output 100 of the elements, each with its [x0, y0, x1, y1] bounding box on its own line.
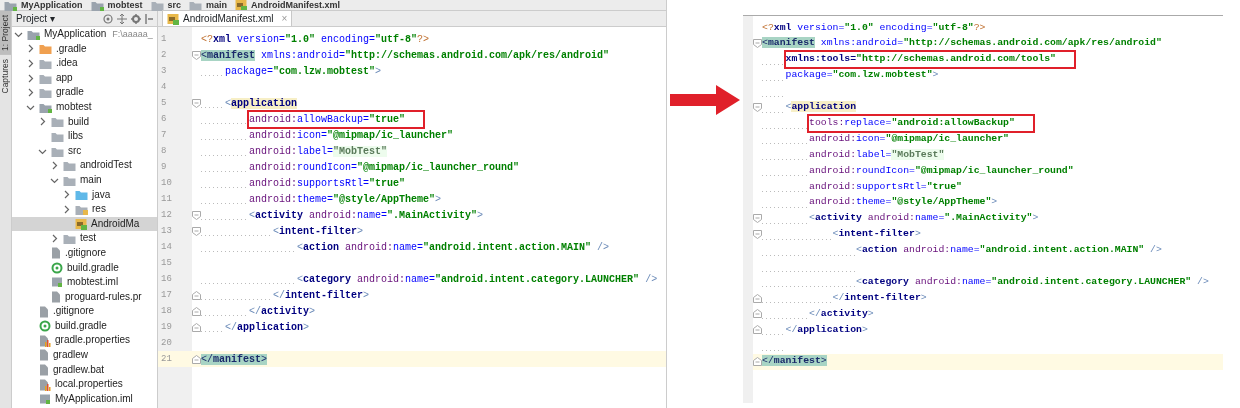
fold-icon[interactable]	[192, 290, 201, 300]
tree-row[interactable]: src	[12, 143, 157, 159]
tree-row[interactable]: libs	[12, 129, 157, 144]
folder-icon	[75, 189, 88, 201]
tree-row[interactable]: main	[12, 172, 157, 188]
fold-icon[interactable]	[192, 306, 201, 316]
breadcrumb-item[interactable]: MyApplication	[21, 0, 83, 10]
editor-tab[interactable]: AndroidManifest.xml ×	[162, 10, 293, 26]
collapsed-chevron-icon[interactable]	[26, 59, 35, 68]
fold-icon[interactable]	[753, 293, 762, 303]
line-number: 21	[158, 351, 192, 367]
fold-icon[interactable]	[753, 214, 762, 224]
tree-row[interactable]: .gitignore	[12, 304, 157, 319]
fold-icon[interactable]	[192, 322, 201, 332]
tree-row[interactable]: MyApplication.iml	[12, 391, 157, 407]
fold-icon[interactable]	[192, 226, 201, 236]
tree-item-label: mobtest.iml	[67, 275, 119, 290]
tool-window-tab[interactable]: Captures	[0, 54, 11, 98]
tree-row[interactable]: .gradle	[12, 41, 157, 57]
tree-item-label: proguard-rules.pr	[65, 289, 142, 304]
collapsed-chevron-icon[interactable]	[62, 190, 71, 200]
collapsed-chevron-icon[interactable]	[26, 73, 35, 83]
code-line: <intent-filter>	[832, 227, 921, 242]
tree-row[interactable]: mobtest.iml	[12, 275, 157, 290]
code-line: <activity android:name=".MainActivity">	[249, 208, 484, 223]
fold-icon[interactable]	[192, 210, 201, 220]
code-line: <category android:name="android.intent.category.LAUNCHER" />	[856, 274, 1209, 289]
settings-icon	[131, 13, 141, 24]
tree-row[interactable]: proguard-rules.pr	[12, 289, 157, 305]
tree-row[interactable]: MyApplication F:\aaaaa_	[12, 27, 157, 42]
fold-icon[interactable]	[192, 50, 201, 60]
tree-item-label: build	[68, 114, 90, 129]
tree-row[interactable]: res	[12, 202, 157, 217]
module-file-icon	[51, 276, 63, 289]
line-number: 11	[160, 193, 173, 206]
folder-icon	[63, 174, 76, 186]
line-number: 18	[160, 305, 173, 318]
breadcrumb-item[interactable]: mobtest	[107, 0, 143, 10]
breadcrumb-item[interactable]: AndroidManifest.xml	[251, 0, 341, 10]
tree-row[interactable]: AndroidMa	[12, 216, 157, 232]
line-number: 10	[160, 177, 173, 190]
code-line: android:allowBackup="true"	[249, 111, 424, 127]
tree-item-label: build.gradle	[55, 318, 107, 333]
tree-row[interactable]: .gitignore	[12, 245, 157, 261]
fold-icon[interactable]	[753, 102, 762, 112]
folder-icon	[75, 203, 88, 215]
tree-row[interactable]: test	[12, 231, 157, 246]
fold-icon[interactable]	[753, 230, 762, 239]
fold-icon[interactable]	[753, 39, 762, 49]
collapsed-chevron-icon[interactable]	[62, 204, 71, 214]
tab-label: AndroidManifest.xml	[183, 12, 274, 26]
module-file-icon	[39, 393, 51, 406]
tree-item-label: .gitignore	[65, 245, 107, 260]
module-folder-icon	[4, 0, 17, 11]
tree-row[interactable]: local.properties	[12, 377, 157, 392]
tree-item-label: AndroidMa	[91, 216, 140, 231]
code-line: package="com.lzw.mobtest">	[785, 68, 939, 83]
tree-row[interactable]: app	[12, 70, 157, 86]
tree-row[interactable]: gradlew	[12, 348, 157, 363]
tree-row[interactable]: build	[12, 114, 157, 130]
collapsed-chevron-icon[interactable]	[26, 44, 35, 54]
tree-item-label: mobtest	[56, 99, 92, 114]
breadcrumb-item[interactable]: main	[206, 0, 228, 10]
collapsed-chevron-icon[interactable]	[50, 161, 59, 171]
collapsed-chevron-icon[interactable]	[38, 117, 47, 127]
file-icon	[51, 291, 61, 303]
code-line: <application	[785, 100, 857, 115]
tree-item-label: gradlew.bat	[53, 362, 105, 377]
fold-icon[interactable]	[753, 325, 762, 335]
tool-window-tab[interactable]: 1: Project	[0, 11, 11, 55]
code-line: <category android:name="android.intent.category.LAUNCHER" />	[297, 272, 658, 287]
collapsed-chevron-icon[interactable]	[26, 88, 35, 98]
collapsed-chevron-icon[interactable]	[50, 234, 59, 244]
code-line: package="com.lzw.mobtest">	[225, 64, 382, 79]
line-number: 3	[160, 65, 168, 78]
tree-row[interactable]: java	[12, 187, 157, 203]
tree-row[interactable]: mobtest	[12, 99, 157, 115]
code-line: </application>	[785, 322, 868, 337]
code-line: <action android:name="android.intent.action.MAIN" />	[856, 243, 1162, 258]
tree-item-label: androidTest	[80, 158, 132, 173]
tree-row[interactable]: gradle	[12, 85, 157, 100]
fold-icon[interactable]	[192, 354, 201, 364]
tree-row[interactable]: gradlew.bat	[12, 362, 157, 378]
fold-icon[interactable]	[753, 357, 762, 367]
tree-row[interactable]: .idea	[12, 56, 157, 71]
folder-icon	[39, 43, 52, 55]
folder-icon	[63, 160, 76, 172]
module-folder-icon	[90, 0, 104, 11]
code-line: tools:replace="android:allowBackup"	[809, 115, 1033, 131]
tree-row[interactable]: build.gradle	[12, 260, 157, 276]
tree-row[interactable]: androidTest	[12, 158, 157, 173]
tree-row[interactable]: gradle.properties	[12, 333, 157, 349]
fold-icon[interactable]	[192, 98, 201, 108]
properties-file-icon	[39, 378, 51, 391]
properties-file-icon	[39, 334, 51, 347]
code-line: <application	[225, 96, 298, 111]
tree-item-label: gradle	[56, 85, 84, 100]
breadcrumb-item[interactable]: src	[167, 0, 182, 10]
fold-icon[interactable]	[753, 309, 762, 319]
tree-row[interactable]: build.gradle	[12, 318, 157, 334]
